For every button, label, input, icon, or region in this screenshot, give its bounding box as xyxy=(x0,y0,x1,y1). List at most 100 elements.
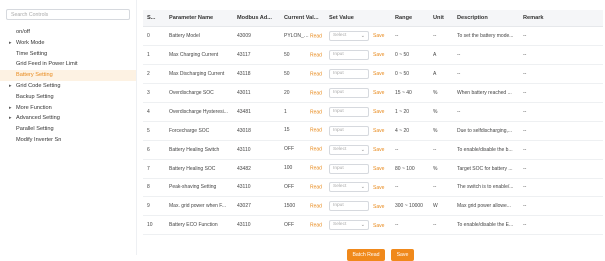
cell-description: -- xyxy=(453,102,519,122)
sidebar-item-advanced-setting[interactable]: ▸ Advanced Setting xyxy=(0,113,136,124)
cell-remark: -- xyxy=(519,140,603,160)
set-value-select[interactable]: Select ⌄ xyxy=(329,220,369,231)
table-row: 3 Overdischarge SOC 43011 20 Read Input Save 15… xyxy=(143,83,603,103)
sidebar-item-on-off[interactable]: on/off xyxy=(0,27,136,38)
cell-serial: 5 xyxy=(143,121,165,141)
read-link[interactable]: Read xyxy=(310,128,322,134)
sidebar-item-parallel-setting[interactable]: Parallel Setting xyxy=(0,124,136,135)
cell-range: 15 ~ 40 xyxy=(391,83,429,103)
read-link[interactable]: Read xyxy=(310,166,322,172)
expand-caret-icon[interactable]: ▸ xyxy=(9,81,12,92)
cell-unit: % xyxy=(429,159,453,179)
cell-description: The switch is to enable/... xyxy=(453,178,519,198)
set-value-input[interactable]: Input xyxy=(329,106,369,117)
cell-remark: -- xyxy=(519,159,603,179)
set-value-input[interactable]: Input xyxy=(329,68,369,79)
expand-caret-icon[interactable]: ▸ xyxy=(9,113,12,124)
sidebar-item-more-function[interactable]: ▸ More Function xyxy=(0,103,136,114)
cell-modbus-address: 43009 xyxy=(233,26,280,46)
cell-description: To set the battery mode... xyxy=(453,26,519,46)
cell-set-value: Input Save xyxy=(325,45,391,65)
set-value-input[interactable]: Input xyxy=(329,201,369,212)
expand-caret-icon[interactable]: ▸ xyxy=(9,103,12,114)
save-link[interactable]: Save xyxy=(373,147,384,153)
read-link[interactable]: Read xyxy=(310,147,322,153)
cell-remark: -- xyxy=(519,45,603,65)
read-link[interactable]: Read xyxy=(310,185,322,191)
cell-set-value: Select ⌄ Save xyxy=(325,215,391,236)
cell-range: -- xyxy=(391,26,429,46)
cell-remark: -- xyxy=(519,26,603,46)
set-value-input[interactable]: Input xyxy=(329,49,369,60)
cell-remark: -- xyxy=(519,178,603,198)
read-link[interactable]: Read xyxy=(310,90,322,96)
cell-modbus-address: 43027 xyxy=(233,196,280,217)
save-link[interactable]: Save xyxy=(373,52,384,58)
table-row: 5 Forcecharge SOC 43018 15 Read Input Save 4 ~ … xyxy=(143,121,603,141)
save-link[interactable]: Save xyxy=(373,109,384,115)
save-link[interactable]: Save xyxy=(373,223,384,229)
set-value-input[interactable]: Input xyxy=(329,163,369,174)
table-header-row: S... Parameter Name Modbus Ad... Current… xyxy=(143,10,603,27)
table-row: 10 Battery ECO Function 43110 OFF Read Select… xyxy=(143,215,603,236)
column-header-description: Description xyxy=(453,10,519,27)
set-value-select[interactable]: Select ⌄ xyxy=(329,30,369,41)
save-link[interactable]: Save xyxy=(373,71,384,77)
expand-caret-icon[interactable]: ▸ xyxy=(9,38,12,49)
save-link[interactable]: Save xyxy=(373,204,384,210)
table-row: 6 Battery Healing Switch 43110 OFF Read Selec… xyxy=(143,140,603,160)
read-link[interactable]: Read xyxy=(310,204,322,210)
read-link[interactable]: Read xyxy=(310,52,322,58)
save-link[interactable]: Save xyxy=(373,185,384,191)
chevron-down-icon: ⌄ xyxy=(360,146,365,153)
sidebar-item-modify-inverter-sn[interactable]: Modify Inverter Sn xyxy=(0,135,136,146)
main-content: S... Parameter Name Modbus Ad... Current… xyxy=(143,10,603,261)
sidebar-item-time-setting[interactable]: Time Setting xyxy=(0,49,136,60)
sidebar-item-backup-setting[interactable]: Backup Setting xyxy=(0,92,136,103)
save-link[interactable]: Save xyxy=(373,90,384,96)
sidebar-item-work-mode[interactable]: ▸ Work Mode xyxy=(0,38,136,49)
cell-set-value: Input Save xyxy=(325,121,391,141)
set-value-input[interactable]: Input xyxy=(329,87,369,98)
chevron-down-icon: ⌄ xyxy=(360,222,365,229)
table-row: 4 Overdischarge Hysteresi... 43481 1 Read Inp… xyxy=(143,102,603,122)
cell-serial: 10 xyxy=(143,215,165,236)
cell-unit: W xyxy=(429,196,453,217)
table-row: 7 Battery Healing SOC 43482 100 Read Input Sav… xyxy=(143,159,603,179)
save-link[interactable]: Save xyxy=(373,128,384,134)
cell-set-value: Select ⌄ Save xyxy=(325,178,391,198)
read-link[interactable]: Read xyxy=(310,33,322,39)
cell-parameter-name: Max. grid power when F... xyxy=(165,196,233,217)
cell-remark: -- xyxy=(519,215,603,236)
search-controls-input[interactable] xyxy=(6,9,130,20)
set-value-select[interactable]: Select ⌄ xyxy=(329,144,369,155)
save-all-button[interactable]: Save xyxy=(391,249,414,261)
current-value-text: OFF xyxy=(284,184,294,191)
read-link[interactable]: Read xyxy=(310,71,322,77)
sidebar-item-battery-setting[interactable]: Battery Setting xyxy=(0,70,136,81)
cell-current-value: OFF Read xyxy=(280,178,325,198)
read-link[interactable]: Read xyxy=(310,109,322,115)
current-value-text: 1500 xyxy=(284,203,296,210)
current-value-text: PYLON_HV xyxy=(284,32,310,39)
cell-current-value: 50 Read xyxy=(280,64,325,84)
sidebar-item-grid-feed-in-power-limit[interactable]: Grid Feed in Power Limit xyxy=(0,59,136,70)
set-value-input[interactable]: Input xyxy=(329,125,369,136)
column-header-range: Range xyxy=(391,10,429,27)
cell-remark: -- xyxy=(519,121,603,141)
save-link[interactable]: Save xyxy=(373,33,384,39)
settings-table: S... Parameter Name Modbus Ad... Current… xyxy=(143,10,603,236)
cell-description: When battery reached ... xyxy=(453,83,519,103)
cell-range: 4 ~ 20 xyxy=(391,121,429,141)
read-link[interactable]: Read xyxy=(310,223,322,229)
cell-serial: 2 xyxy=(143,64,165,84)
sidebar-item-grid-code-setting[interactable]: ▸ Grid Code Setting xyxy=(0,81,136,92)
cell-description: Due to selfdischarging,... xyxy=(453,121,519,141)
set-value-select[interactable]: Select ⌄ xyxy=(329,182,369,193)
cell-parameter-name: Forcecharge SOC xyxy=(165,121,233,141)
current-value-text: 15 xyxy=(284,127,290,134)
save-link[interactable]: Save xyxy=(373,166,384,172)
batch-read-button[interactable]: Batch Read xyxy=(347,249,385,261)
cell-serial: 3 xyxy=(143,83,165,103)
cell-description: To enable/disable the E... xyxy=(453,215,519,236)
